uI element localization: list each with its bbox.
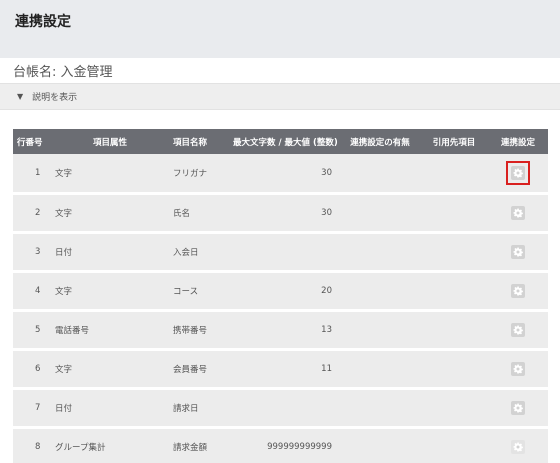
link-setting-cell: [488, 427, 548, 463]
ref-item-cell: [420, 427, 488, 463]
link-setting-cell: [488, 388, 548, 429]
row-number-cell: 7: [13, 388, 51, 429]
row-number-cell: 4: [13, 271, 51, 312]
row-number-cell: 3: [13, 232, 51, 273]
gear-icon: [511, 439, 525, 454]
max-value-cell: 30: [229, 154, 340, 195]
has-link-cell: [340, 388, 420, 429]
ledger-name: 入金管理: [60, 65, 113, 80]
row-number-cell: 8: [13, 427, 51, 463]
link-setting-cell: [488, 349, 548, 390]
header-attribute: 項目属性: [51, 129, 169, 154]
show-description-label: 説明を表示: [32, 93, 78, 103]
has-link-cell: [340, 427, 420, 463]
max-value-cell: 11: [229, 349, 340, 390]
item-attribute-cell: 電話番号: [51, 310, 169, 351]
ref-item-cell: [420, 193, 488, 234]
caret-down-icon: ▼: [17, 92, 24, 101]
table-body: 1 文字 フリガナ 30 2 文字 氏名 30 3 日付 入会日 4 文字 コース 20 5 電話番号 携帯番号 1…: [13, 154, 548, 463]
link-setting-button[interactable]: [506, 396, 530, 420]
header-max: 最大文字数 / 最大値 (整数): [229, 129, 340, 154]
max-value-cell: 20: [229, 271, 340, 312]
item-attribute-cell: 文字: [51, 193, 169, 234]
item-name-cell: フリガナ: [169, 154, 229, 195]
item-attribute-cell: 文字: [51, 154, 169, 195]
item-name-cell: 会員番号: [169, 349, 229, 390]
has-link-cell: [340, 154, 420, 195]
page-title: 連携設定: [15, 14, 71, 30]
table-row: 6 文字 会員番号 11: [13, 349, 548, 390]
link-setting-button[interactable]: [506, 160, 530, 185]
link-setting-cell: [488, 193, 548, 234]
show-description-toggle[interactable]: ▼ 説明を表示: [0, 83, 560, 110]
max-value-cell: [229, 232, 340, 273]
item-name-cell: 請求金額: [169, 427, 229, 463]
link-setting-button[interactable]: [506, 240, 530, 264]
gear-icon: [511, 283, 525, 298]
ref-item-cell: [420, 388, 488, 429]
row-number-cell: 5: [13, 310, 51, 351]
table-row: 4 文字 コース 20: [13, 271, 548, 312]
row-number-cell: 2: [13, 193, 51, 234]
table-row: 5 電話番号 携帯番号 13: [13, 310, 548, 351]
link-setting-button[interactable]: [506, 357, 530, 381]
ledger-label: 台帳名: [13, 65, 53, 80]
max-value-cell: 30: [229, 193, 340, 234]
table-row: 8 グループ集計 請求金額 999999999999: [13, 427, 548, 463]
ref-item-cell: [420, 271, 488, 312]
ledger-name-line: 台帳名: 入金管理: [13, 61, 113, 80]
link-settings-table: 行番号 項目属性 項目名称 最大文字数 / 最大値 (整数) 連携設定の有無 引…: [13, 129, 548, 463]
ref-item-cell: [420, 154, 488, 195]
link-setting-button[interactable]: [506, 435, 530, 459]
gear-icon: [511, 322, 525, 337]
has-link-cell: [340, 232, 420, 273]
item-name-cell: 請求日: [169, 388, 229, 429]
link-setting-button[interactable]: [506, 201, 530, 225]
gear-icon: [511, 400, 525, 415]
max-value-cell: 13: [229, 310, 340, 351]
link-setting-cell: [488, 271, 548, 312]
item-attribute-cell: 日付: [51, 388, 169, 429]
item-name-cell: 氏名: [169, 193, 229, 234]
table-row: 2 文字 氏名 30: [13, 193, 548, 234]
row-number-cell: 6: [13, 349, 51, 390]
item-attribute-cell: 日付: [51, 232, 169, 273]
link-setting-cell: [488, 154, 548, 195]
gear-icon: [511, 165, 525, 180]
ref-item-cell: [420, 232, 488, 273]
item-attribute-cell: 文字: [51, 349, 169, 390]
header-item-name: 項目名称: [169, 129, 229, 154]
ref-item-cell: [420, 349, 488, 390]
table-row: 7 日付 請求日: [13, 388, 548, 429]
item-attribute-cell: グループ集計: [51, 427, 169, 463]
link-setting-button[interactable]: [506, 279, 530, 303]
header-ref-item: 引用先項目: [420, 129, 488, 154]
link-setting-button[interactable]: [506, 318, 530, 342]
link-setting-cell: [488, 232, 548, 273]
has-link-cell: [340, 310, 420, 351]
has-link-cell: [340, 193, 420, 234]
item-name-cell: コース: [169, 271, 229, 312]
has-link-cell: [340, 349, 420, 390]
link-setting-cell: [488, 310, 548, 351]
header-link-setting: 連携設定: [488, 129, 548, 154]
table-row: 3 日付 入会日: [13, 232, 548, 273]
gear-icon: [511, 244, 525, 259]
header-band: 連携設定: [0, 0, 560, 58]
max-value-cell: [229, 388, 340, 429]
header-has-link: 連携設定の有無: [340, 129, 420, 154]
has-link-cell: [340, 271, 420, 312]
table-row: 1 文字 フリガナ 30: [13, 154, 548, 195]
gear-icon: [511, 205, 525, 220]
max-value-cell: 999999999999: [229, 427, 340, 463]
table-header-row: 行番号 項目属性 項目名称 最大文字数 / 最大値 (整数) 連携設定の有無 引…: [13, 129, 548, 154]
header-row-no: 行番号: [13, 129, 51, 154]
ledger-separator: :: [52, 65, 61, 80]
item-name-cell: 入会日: [169, 232, 229, 273]
gear-icon: [511, 361, 525, 376]
ref-item-cell: [420, 310, 488, 351]
row-number-cell: 1: [13, 154, 51, 195]
item-attribute-cell: 文字: [51, 271, 169, 312]
item-name-cell: 携帯番号: [169, 310, 229, 351]
